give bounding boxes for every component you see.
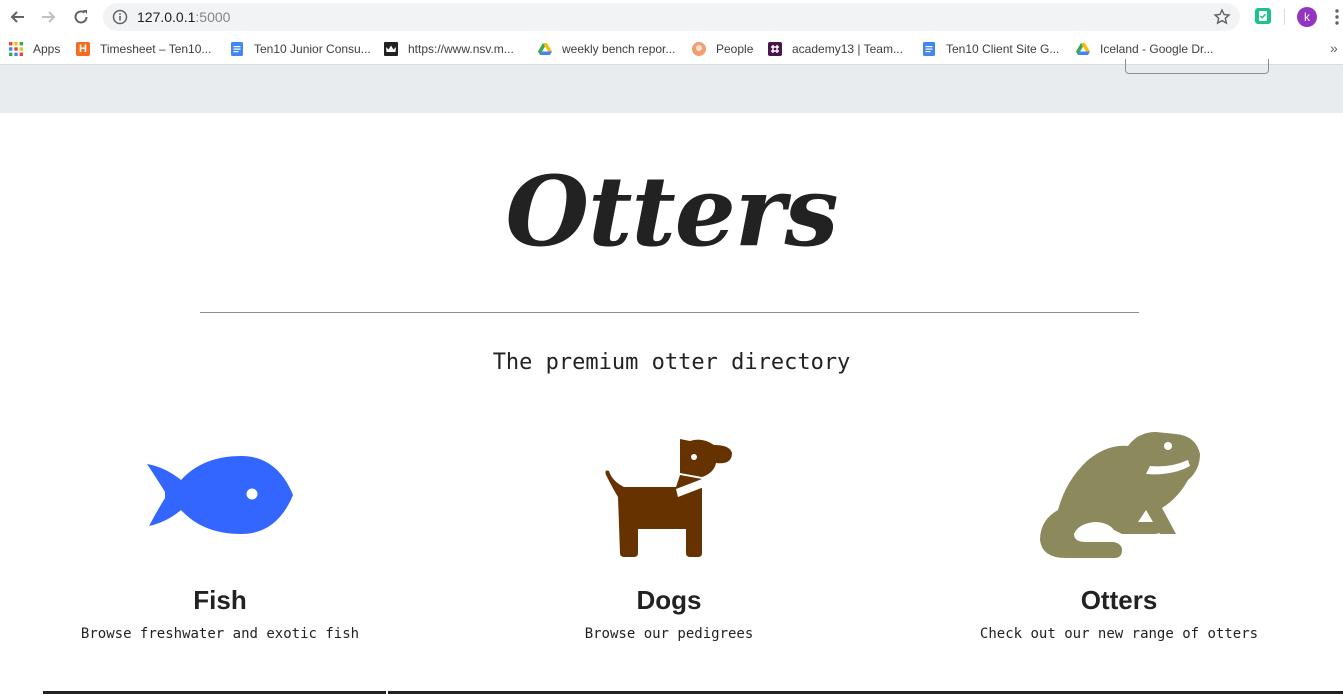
page-subtitle: The premium otter directory	[492, 350, 851, 375]
extension-icon[interactable]	[1254, 7, 1272, 25]
card-description: Browse freshwater and exotic fish	[80, 626, 360, 642]
bookmark-label: Iceland - Google Dr...	[1100, 42, 1214, 56]
arrow-left-icon	[10, 11, 24, 23]
more-vertical-icon[interactable]	[1334, 8, 1340, 26]
url-text[interactable]: 127.0.0.1:5000	[137, 9, 230, 25]
slack-icon	[768, 42, 782, 56]
card-title: Dogs	[636, 585, 702, 615]
card-description: Check out our new range of otters	[979, 626, 1259, 642]
category-card-dogs[interactable]: Dogs Browse our pedigrees	[519, 425, 819, 642]
navbar-button[interactable]	[1125, 59, 1269, 74]
back-button[interactable]	[6, 6, 28, 28]
fish-icon	[70, 425, 370, 565]
arrow-right-icon	[42, 11, 56, 23]
google-drive-icon	[1076, 42, 1090, 56]
google-drive-icon	[538, 42, 552, 56]
bookmark-apps[interactable]: Apps	[9, 41, 60, 57]
bookmark-label: https://www.nsv.m...	[408, 42, 514, 56]
reload-button[interactable]	[70, 6, 92, 28]
google-docs-icon	[230, 42, 244, 56]
bookmark-weekly-bench[interactable]: weekly bench repor...	[538, 41, 675, 57]
card-title: Fish	[193, 585, 247, 615]
bookmark-nsv[interactable]: https://www.nsv.m...	[384, 41, 514, 57]
bookmark-label: Ten10 Client Site G...	[946, 42, 1060, 56]
reload-icon	[74, 10, 88, 24]
bookmark-junior-consultant[interactable]: Ten10 Junior Consu...	[230, 41, 371, 57]
bookmark-label: Apps	[33, 42, 61, 56]
browser-toolbar: 127.0.0.1:5000 k	[0, 0, 1343, 34]
bookmark-client-site[interactable]: Ten10 Client Site G...	[922, 41, 1059, 57]
bookmark-star-icon[interactable]	[1213, 8, 1231, 26]
bookmark-people[interactable]: People	[692, 41, 753, 57]
dog-icon	[519, 425, 819, 565]
info-icon[interactable]	[112, 9, 128, 25]
toolbar-divider	[1284, 9, 1285, 25]
bookmark-timesheet[interactable]: H Timesheet – Ten10...	[76, 41, 211, 57]
forward-button[interactable]	[38, 6, 60, 28]
hero-divider	[200, 312, 1139, 313]
page-title: Otters	[505, 155, 838, 268]
bookmark-label: Ten10 Junior Consu...	[254, 42, 371, 56]
harvest-h-icon: H	[76, 42, 90, 56]
site-navbar	[0, 59, 1343, 113]
category-card-fish[interactable]: Fish Browse freshwater and exotic fish	[70, 425, 370, 642]
frog-icon	[969, 425, 1269, 565]
people-avatar-icon	[692, 42, 706, 56]
card-description: Browse our pedigrees	[584, 626, 754, 642]
category-card-otters[interactable]: Otters Check out our new range of otters	[969, 425, 1269, 642]
bookmark-label: People	[716, 42, 754, 56]
card-title: Otters	[1080, 585, 1158, 615]
bookmark-academy13[interactable]: academy13 | Team...	[768, 41, 903, 57]
profile-avatar[interactable]: k	[1297, 7, 1317, 27]
bookmark-iceland[interactable]: Iceland - Google Dr...	[1076, 41, 1213, 57]
apps-grid-icon	[9, 42, 23, 56]
bookmark-label: Timesheet – Ten10...	[100, 42, 212, 56]
bookmark-label: weekly bench repor...	[562, 42, 676, 56]
address-bar[interactable]: 127.0.0.1:5000	[103, 3, 1240, 31]
google-docs-icon	[922, 42, 936, 56]
bookmark-label: academy13 | Team...	[792, 42, 903, 56]
bookmarks-overflow-chevron-icon[interactable]: »	[1330, 40, 1338, 56]
crown-icon	[384, 42, 398, 56]
